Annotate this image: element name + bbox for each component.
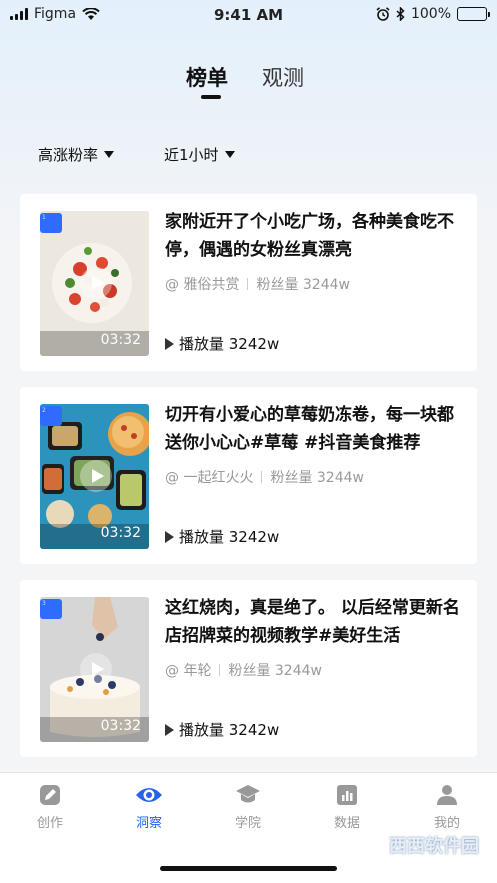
filter-growth-rate[interactable]: 高涨粉率: [38, 144, 115, 165]
play-icon[interactable]: [79, 266, 113, 300]
nav-label: 创作: [36, 816, 63, 831]
video-thumbnail[interactable]: 2 03:32: [40, 404, 149, 549]
status-bar: Figma 9:41 AM 100%: [0, 0, 497, 30]
nav-item-create[interactable]: 创作: [20, 783, 80, 831]
nav-label: 洞察: [135, 816, 162, 831]
fans-count: 粉丝量 3244w: [270, 470, 364, 486]
video-duration: 03:32: [100, 718, 141, 734]
video-card[interactable]: 2 03:32 切开有小爱心的草莓奶冻卷，每一块都送你小心心#草莓 #抖音美食推…: [20, 387, 477, 564]
nav-label: 学院: [234, 816, 261, 831]
rank-badge: 1: [40, 213, 62, 233]
nav-label: 数据: [333, 816, 360, 831]
play-triangle-icon: [165, 530, 174, 543]
video-title[interactable]: 切开有小爱心的草莓奶冻卷，每一块都送你小心心#草莓 #抖音美食推荐: [165, 401, 465, 457]
play-icon[interactable]: [79, 652, 113, 686]
battery-icon: [457, 7, 490, 21]
rank-badge: 2: [40, 406, 62, 426]
play-count-label: 播放量 3242w: [179, 335, 280, 353]
watermark: 西西软件园: [389, 836, 479, 857]
rank-badge: 3: [40, 599, 62, 619]
caret-down-icon: [104, 151, 115, 158]
nav-item-insight[interactable]: 洞察: [119, 783, 179, 831]
play-triangle-icon: [165, 723, 174, 736]
play-count-label: 播放量 3242w: [179, 721, 280, 739]
create-icon: [40, 785, 60, 805]
fans-count: 粉丝量 3244w: [256, 277, 350, 293]
alarm-icon: [376, 7, 390, 21]
play-count: 播放量 3242w: [165, 333, 279, 354]
video-thumbnail[interactable]: 1 03:32: [40, 211, 149, 356]
nav-label: 我的: [433, 816, 460, 831]
play-count: 播放量 3242w: [165, 719, 279, 740]
video-duration: 03:32: [100, 332, 141, 348]
filter-label: 近1小时: [164, 146, 219, 164]
status-right: 100%: [376, 6, 490, 22]
active-tab-indicator: [201, 95, 221, 99]
author-name[interactable]: @ 雅俗共赏: [165, 274, 239, 294]
video-meta: @ 年轮 粉丝量 3244w: [165, 660, 322, 680]
tab-observe[interactable]: 观测: [262, 62, 304, 92]
video-meta: @ 雅俗共赏 粉丝量 3244w: [165, 274, 350, 294]
tab-ranking[interactable]: 榜单: [186, 62, 228, 92]
nav-item-me[interactable]: 我的: [417, 783, 477, 831]
divider: [261, 471, 263, 483]
video-meta: @ 一起红火火 粉丝量 3244w: [165, 467, 364, 487]
author-name[interactable]: @ 一起红火火: [165, 467, 253, 487]
play-count-label: 播放量 3242w: [179, 528, 280, 546]
nav-item-data[interactable]: 数据: [317, 783, 377, 831]
user-icon: [437, 785, 457, 805]
play-icon[interactable]: [79, 459, 113, 493]
video-thumbnail[interactable]: 3 03:32: [40, 597, 149, 742]
divider: [247, 278, 249, 290]
video-title[interactable]: 家附近开了个小吃广场，各种美食吃不停，偶遇的女粉丝真漂亮: [165, 208, 465, 264]
play-triangle-icon: [165, 337, 174, 350]
author-name[interactable]: @ 年轮: [165, 660, 211, 680]
video-card[interactable]: 3 03:32 这红烧肉，真是绝了。 以后经常更新名店招牌菜的视频教学#美好生活…: [20, 580, 477, 757]
battery-percent: 100%: [410, 6, 451, 22]
top-tabs: 榜单 观测: [0, 62, 497, 102]
video-title[interactable]: 这红烧肉，真是绝了。 以后经常更新名店招牌菜的视频教学#美好生活: [165, 594, 465, 650]
filter-label: 高涨粉率: [38, 146, 99, 164]
bluetooth-icon: [396, 7, 405, 21]
fans-count: 粉丝量 3244w: [228, 663, 322, 679]
home-indicator[interactable]: [160, 866, 337, 871]
filter-time-range[interactable]: 近1小时: [164, 144, 235, 165]
divider: [219, 664, 221, 676]
caret-down-icon: [224, 151, 235, 158]
graduation-cap-icon: [236, 785, 260, 803]
eye-icon: [136, 788, 162, 802]
video-card[interactable]: 1 03:32 家附近开了个小吃广场，各种美食吃不停，偶遇的女粉丝真漂亮 @ 雅…: [20, 194, 477, 371]
video-duration: 03:32: [100, 525, 141, 541]
nav-item-academy[interactable]: 学院: [218, 783, 278, 831]
bar-chart-icon: [337, 785, 357, 805]
play-count: 播放量 3242w: [165, 526, 279, 547]
